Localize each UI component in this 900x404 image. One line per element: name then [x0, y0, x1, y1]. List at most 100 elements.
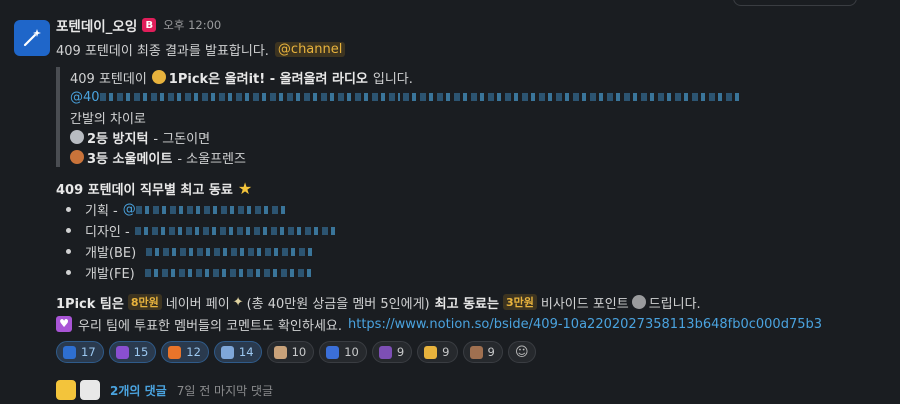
message-time[interactable]: 오후 12:00 — [163, 17, 221, 33]
reaction[interactable]: 10 — [266, 341, 315, 363]
replier-avatar — [80, 380, 100, 400]
fire-icon — [168, 345, 182, 359]
reaction-count: 15 — [133, 345, 149, 359]
reaction[interactable]: 12 — [161, 341, 209, 363]
quote-line-mentions: @40 — [70, 87, 886, 107]
list-item: 기획 - @ — [66, 199, 886, 220]
money-wings-icon: ✦ — [232, 294, 244, 310]
star-icon: ★ — [237, 178, 253, 198]
bullet — [66, 228, 71, 233]
quote-line-second: 2등 방지턱 - 그돈이면 — [70, 127, 886, 147]
silver-medal-icon — [70, 130, 84, 144]
notion-link[interactable]: https://www.notion.so/bside/409-10a22020… — [348, 317, 822, 332]
reaction-count: 9 — [442, 345, 450, 359]
replies-link[interactable]: 2개의 댓글 — [110, 382, 167, 399]
prize-p6: 드립니다. — [648, 296, 701, 312]
bullet — [66, 207, 71, 212]
reaction[interactable]: 14 — [213, 341, 262, 363]
quote-block: 409 포텐데이 1Pick은 올려it! - 올려올려 라디오 입니다. @4… — [56, 67, 886, 167]
reaction[interactable]: 9 — [371, 341, 413, 363]
reaction[interactable]: 17 — [56, 341, 104, 363]
sparkles-icon — [326, 345, 340, 359]
message-hover-toolbar — [0, 0, 900, 8]
reaction-count: 10 — [291, 345, 307, 359]
prize-tag-2: 3만원 — [502, 294, 537, 310]
hand-icon — [469, 345, 483, 359]
comment-text: 우리 팀에 투표한 멤버들의 코멘트도 확인하세요. — [78, 318, 342, 334]
sender-avatar[interactable] — [14, 20, 50, 56]
sparkle-purple-icon — [115, 345, 129, 359]
thread-summary[interactable]: 2개의 댓글 7일 전 마지막 댓글 — [56, 379, 886, 401]
reaction[interactable]: 9 — [462, 341, 503, 363]
add-reaction-button[interactable]: ☺ — [507, 341, 536, 363]
role-label: 기획 - — [85, 204, 118, 219]
redacted-mentions — [99, 93, 400, 101]
role-label: 개발(FE) — [85, 267, 135, 282]
reactions-bar: 17 15 12 14 10 10 9 9 9 ☺ — [56, 341, 886, 363]
message: 포텐데이_오잉 B 오후 12:00 409 포텐데이 최종 결과를 발표합니다… — [56, 15, 886, 401]
third-rest: - 소울프렌즈 — [177, 151, 246, 167]
reaction[interactable]: 15 — [108, 341, 157, 363]
reaction-count: 17 — [81, 345, 96, 359]
prize-p1: 1Pick 팀은 — [56, 296, 124, 312]
bullet — [66, 249, 71, 254]
heart-icon: ♥ — [56, 316, 72, 332]
announce-text: 409 포텐데이 최종 결과를 발표합니다. — [56, 43, 269, 59]
quote-line-third: 3등 소울메이트 - 소울프렌즈 — [70, 147, 886, 167]
message-header: 포텐데이_오잉 B 오후 12:00 — [56, 15, 886, 35]
member-mention[interactable]: @40 — [70, 90, 100, 105]
role-label: 개발(BE) — [85, 246, 137, 261]
add-emoji-icon: ☺ — [515, 344, 529, 360]
winner-prefix: 409 포텐데이 — [70, 71, 147, 87]
cat-icon — [424, 345, 438, 359]
sender-name[interactable]: 포텐데이_오잉 — [56, 15, 137, 35]
wand-icon — [23, 29, 41, 47]
prize-p4: 최고 동료는 — [434, 296, 499, 312]
blob-icon — [378, 345, 392, 359]
reaction-count: 9 — [487, 345, 495, 359]
reaction-count: 14 — [238, 345, 254, 359]
role-mention[interactable]: @ — [123, 202, 136, 217]
bullet — [66, 270, 71, 275]
redacted-name — [134, 226, 335, 235]
best-title-line: 409 포텐데이 직무별 최고 동료 ★ — [56, 177, 886, 199]
bronze-medal-icon — [70, 150, 84, 164]
second-bold: 2등 방지턱 — [87, 131, 149, 147]
face-icon — [273, 345, 287, 359]
redacted-name — [144, 268, 315, 277]
prize-p3: (총 40만원 상금을 멤버 5인에게) — [246, 296, 430, 312]
reaction-count: 12 — [186, 345, 201, 359]
quote-line-close: 간발의 차이로 — [70, 107, 886, 127]
prize-p5: 비사이드 포인트 — [540, 296, 629, 312]
redacted-mentions-2 — [402, 93, 743, 101]
last-reply-time: 7일 전 마지막 댓글 — [176, 383, 274, 398]
replier-avatar — [56, 380, 76, 400]
reaction-count: 9 — [396, 345, 405, 359]
third-bold: 3등 소울메이트 — [87, 151, 173, 167]
role-label: 디자인 - — [85, 225, 130, 240]
reaction[interactable]: 10 — [319, 341, 367, 363]
best-list: 기획 - @ 디자인 - 개발(BE) 개발(FE) — [66, 199, 886, 283]
reaction[interactable]: 9 — [417, 341, 458, 363]
prize-p2: 네이버 페이 — [165, 296, 230, 312]
winner-bold: 1Pick은 올려it! - 올려올려 라디오 — [168, 71, 368, 87]
quote-line-winner: 409 포텐데이 1Pick은 올려it! - 올려올려 라디오 입니다. — [70, 67, 886, 87]
party-icon — [220, 345, 234, 359]
list-item: 디자인 - — [66, 220, 886, 241]
coin-icon — [631, 295, 646, 309]
winner-suffix: 입니다. — [372, 71, 413, 87]
sparkle-blue-icon — [63, 345, 76, 359]
comment-line: ♥ 우리 팀에 투표한 멤버들의 코멘트도 확인하세요. https://www… — [56, 313, 886, 335]
prize-tag-1: 8만원 — [127, 294, 162, 310]
redacted-name — [146, 247, 317, 256]
close-text: 간발의 차이로 — [70, 111, 146, 127]
list-item: 개발(BE) — [66, 241, 886, 262]
prize-line: 1Pick 팀은 8만원 네이버 페이 ✦ (총 40만원 상금을 멤버 5인에… — [56, 291, 886, 313]
list-item: 개발(FE) — [66, 262, 886, 283]
channel-mention[interactable]: @channel — [274, 41, 346, 57]
best-title: 409 포텐데이 직무별 최고 동료 — [56, 182, 233, 198]
announce-line: 409 포텐데이 최종 결과를 발표합니다. @channel — [56, 39, 886, 59]
app-badge: B — [142, 18, 157, 32]
redacted-name — [135, 205, 286, 214]
message-actions-pill[interactable] — [733, 0, 857, 6]
